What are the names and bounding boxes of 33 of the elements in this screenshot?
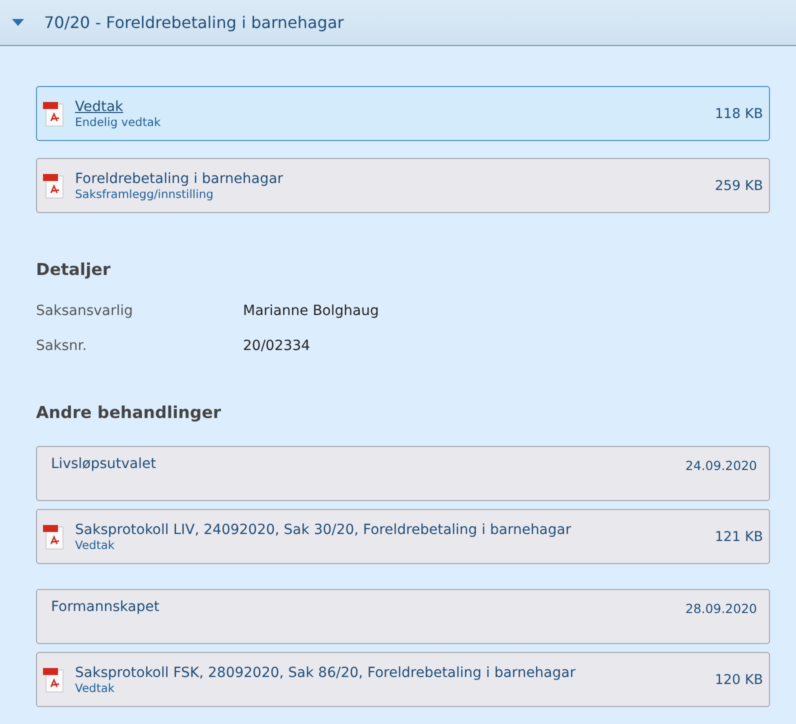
detail-value: 20/02334 [243, 338, 312, 354]
file-size: 120 KB [714, 672, 763, 688]
detail-label: Saksansvarlig [36, 303, 134, 319]
pdf-file-icon [43, 172, 65, 198]
document-link[interactable]: Foreldrebetaling i barnehagar Saksframlegg/innstilling 259 KB [36, 158, 770, 213]
caret-icon [12, 18, 24, 26]
detail-label: Saksnr. [36, 338, 88, 354]
document-title: Vedtak [75, 98, 124, 114]
meeting-name: Livsløpsutvalet [51, 456, 156, 472]
file-size: 259 KB [714, 178, 763, 194]
document-link[interactable]: Saksprotokoll LIV, 24092020, Sak 30/20, Foreldrebetaling i barnehagar Vedtak 121 KB [36, 509, 770, 564]
document-type: Vedtak [75, 680, 115, 694]
details-heading: Detaljer [36, 260, 111, 279]
document-link[interactable]: Vedtak Endelig vedtak 118 KB [36, 86, 770, 141]
section-header[interactable]: 70/20 - Foreldrebetaling i barnehagar [0, 0, 796, 46]
pdf-file-icon [43, 666, 65, 692]
document-title: Foreldrebetaling i barnehagar [75, 170, 284, 186]
pdf-file-icon [43, 100, 65, 126]
document-link[interactable]: Saksprotokoll FSK, 28092020, Sak 86/20, Foreldrebetaling i barnehagar Vedtak 120 KB [36, 652, 770, 707]
file-size: 121 KB [714, 528, 763, 544]
pdf-file-icon [43, 524, 65, 550]
document-type: Vedtak [75, 538, 115, 552]
document-type: Saksframlegg/innstilling [75, 186, 214, 200]
meeting-date: 24.09.2020 [685, 458, 757, 473]
detail-value: Marianne Bolghaug [243, 303, 380, 319]
document-title: Saksprotokoll LIV, 24092020, Sak 30/20, Foreldrebetaling i barnehagar [75, 522, 572, 538]
meeting-name: Formannskapet [51, 599, 160, 615]
file-size: 118 KB [714, 106, 763, 122]
meeting-date: 28.09.2020 [685, 601, 757, 616]
section-title: 70/20 - Foreldrebetaling i barnehagar [44, 13, 344, 32]
document-title: Saksprotokoll FSK, 28092020, Sak 86/20, Foreldrebetaling i barnehagar [75, 664, 576, 680]
other-heading: Andre behandlinger [36, 403, 222, 422]
document-type: Endelig vedtak [75, 114, 161, 128]
